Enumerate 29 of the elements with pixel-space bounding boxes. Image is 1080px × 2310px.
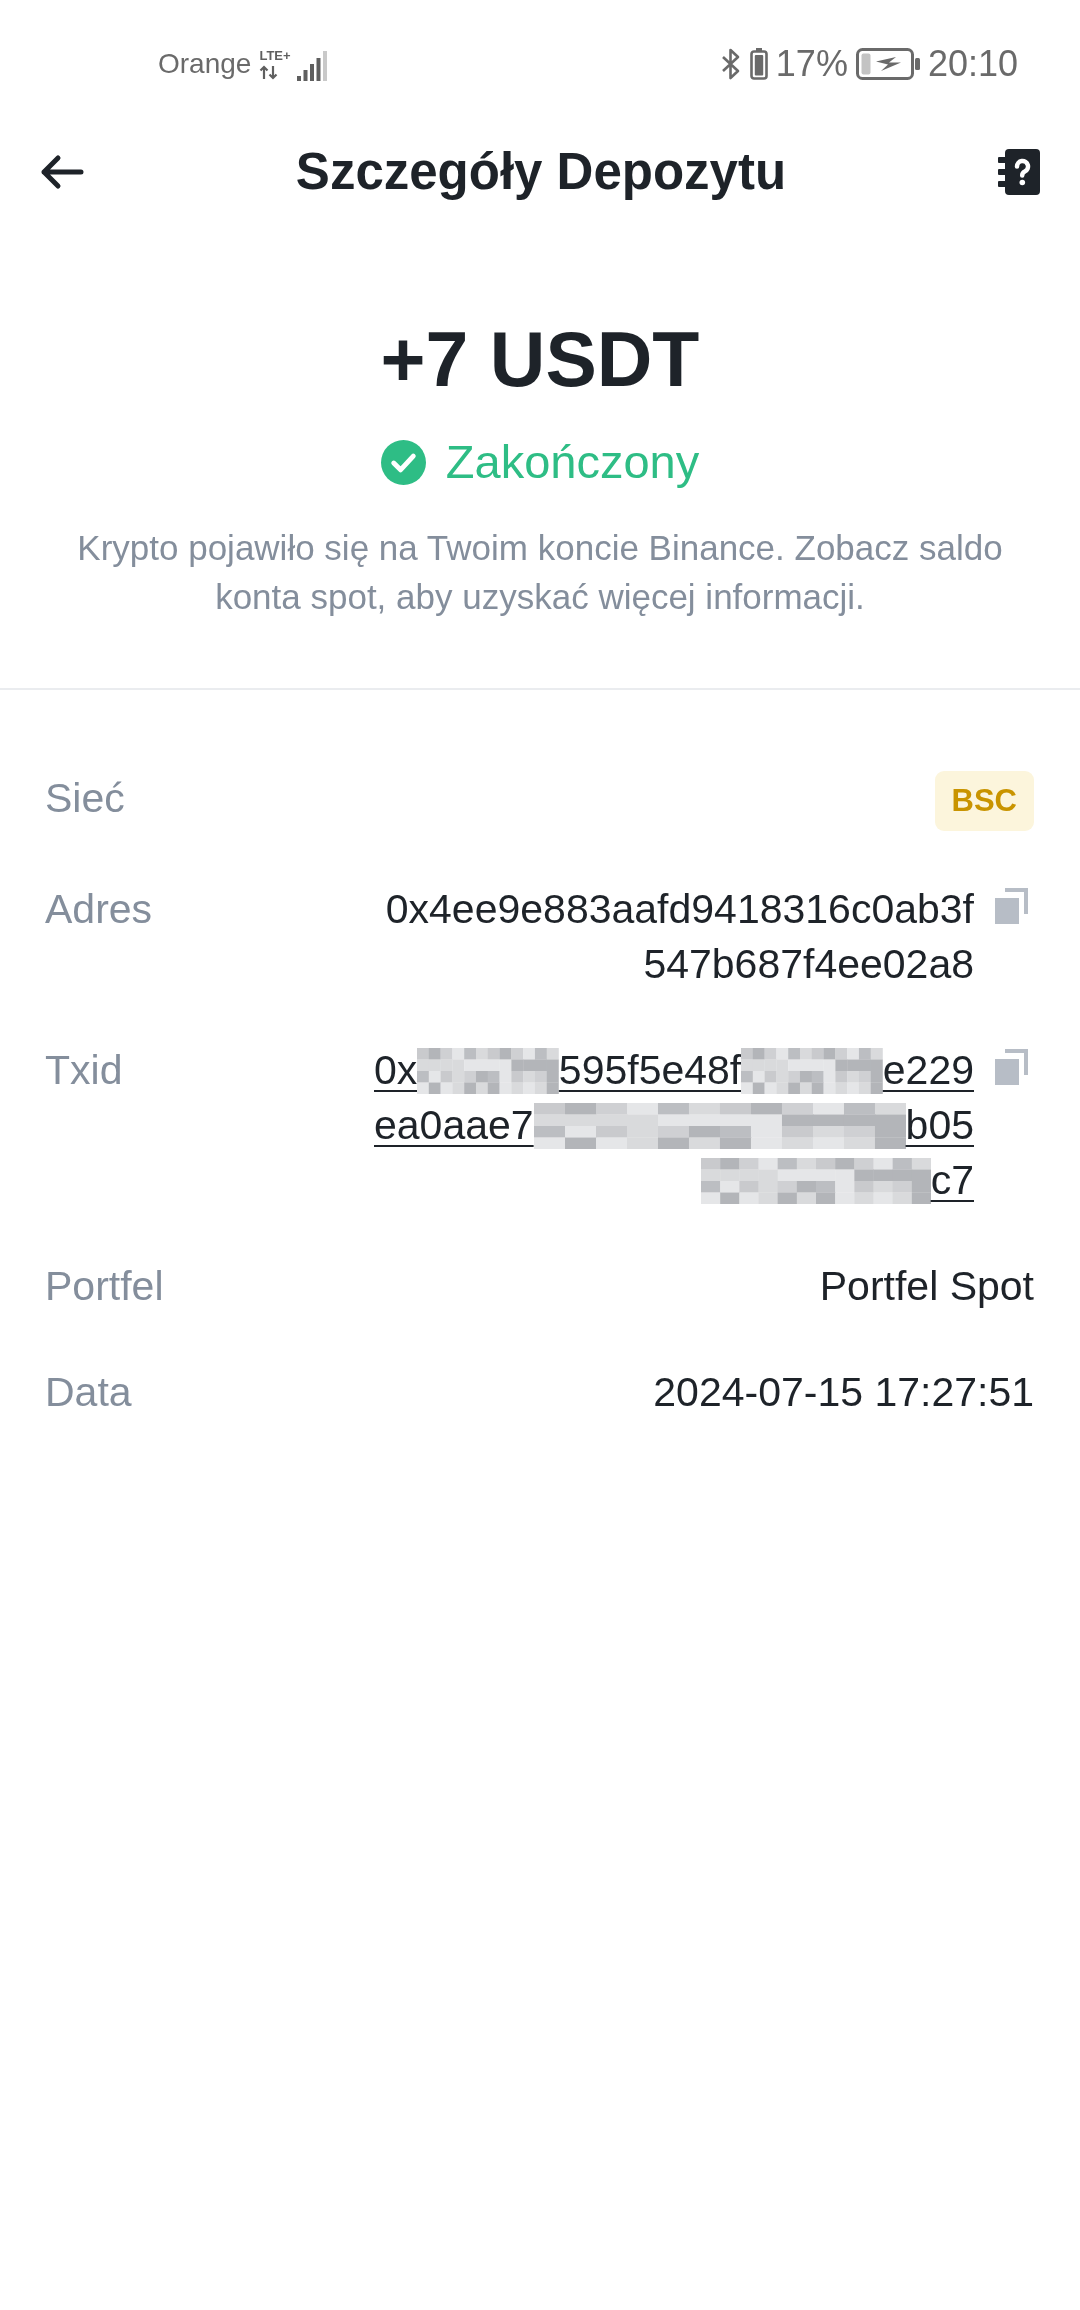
battery-charging-icon (855, 48, 920, 80)
detail-label: Txid (45, 1046, 123, 1095)
txid-link[interactable]: e229 (882, 1043, 974, 1098)
txid-link[interactable]: ea0aae7 (374, 1098, 534, 1153)
small-battery-icon (749, 48, 768, 80)
detail-label: Adres (45, 885, 153, 934)
battery-percent: 17% (775, 43, 848, 85)
address-value: 0x4ee9e883aafd9418316c0ab3f547b687f4ee02a8 (384, 885, 974, 989)
detail-value: Portfel Spot (819, 1262, 1034, 1311)
carrier-name: Orange (158, 48, 252, 80)
detail-label: Portfel (45, 1262, 164, 1311)
status-message: Krypto pojawiło się na Twoim koncie Binance. Zobacz saldo konta spot, aby uzyskać więcej informacji. (76, 527, 1004, 618)
txid-link[interactable]: 0x (374, 1043, 418, 1098)
detail-label: Data (45, 1368, 132, 1417)
detail-label: Sieć (45, 774, 125, 823)
network-badge: BSC (934, 771, 1034, 831)
status-label: Zakończony (445, 437, 700, 487)
page-title: Szczegóły Depozytu (295, 142, 787, 202)
txid-link[interactable]: 595f5e48f (558, 1043, 742, 1098)
signal-icon (296, 51, 327, 81)
network-type: LTE+ (259, 48, 291, 63)
txid-link[interactable]: c7 (930, 1153, 974, 1208)
txid-link[interactable]: b05 (905, 1098, 974, 1153)
deposit-amount: +7 USDT (380, 317, 700, 402)
help-button[interactable] (998, 149, 1040, 195)
check-circle-icon (380, 439, 426, 485)
detail-value: 2024-07-15 17:27:51 (653, 1368, 1034, 1417)
clock: 20:10 (927, 43, 1018, 85)
help-icon (998, 149, 1040, 195)
